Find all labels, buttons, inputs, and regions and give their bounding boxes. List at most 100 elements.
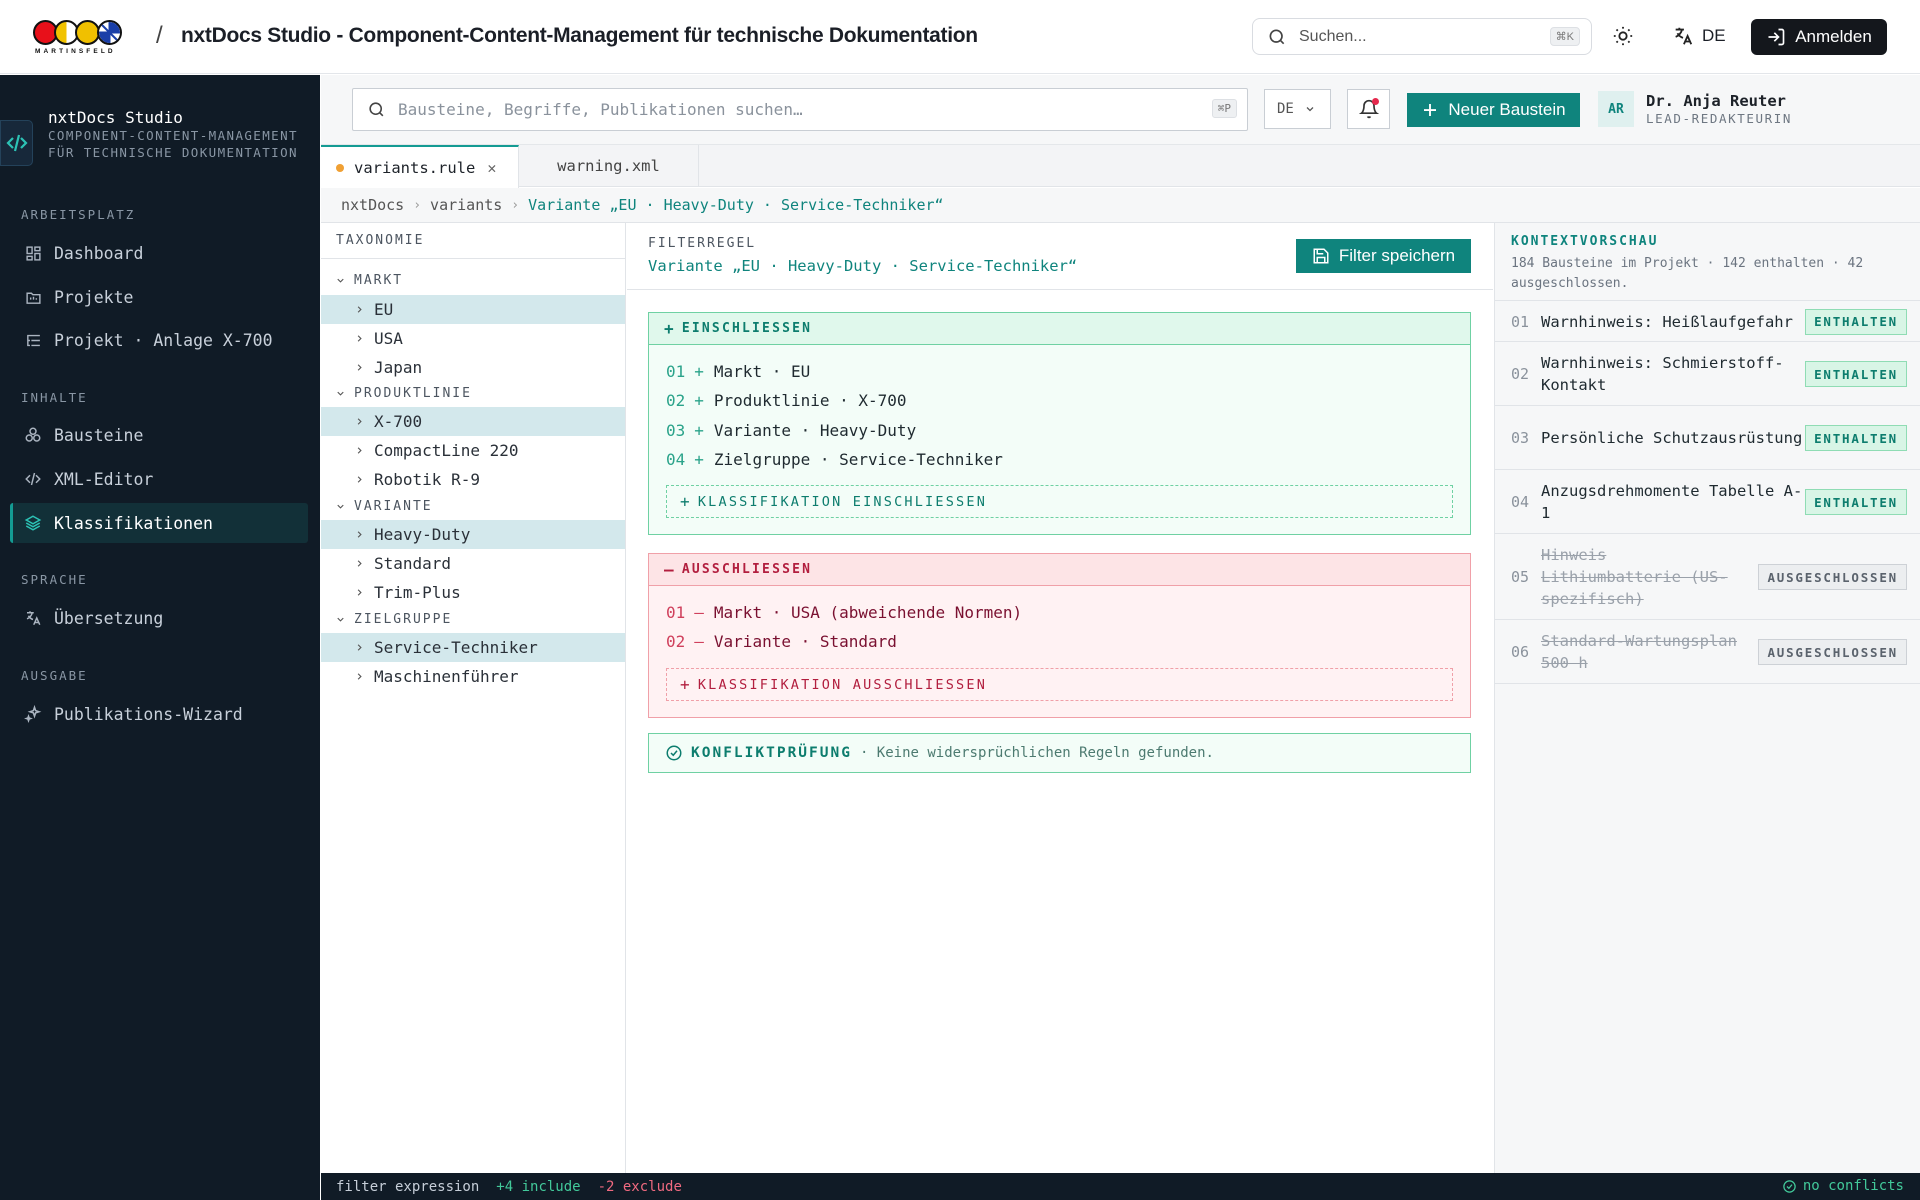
theme-toggle-button[interactable] (1612, 25, 1634, 47)
breadcrumb-item[interactable]: variants (430, 196, 502, 214)
taxonomy-item-eu[interactable]: EU (321, 295, 625, 324)
sidebar-item-publikations-wizard[interactable]: Publikations-Wizard (10, 694, 308, 734)
sidebar-item-uebersetzung[interactable]: Übersetzung (10, 598, 308, 638)
editor-tabs: variants.rule ✕ warning.xml (321, 145, 1920, 188)
item-title: Persönliche Schutzausrüstung (1541, 429, 1803, 447)
sidebar-item-klassifikationen[interactable]: Klassifikationen (10, 503, 308, 543)
taxonomy-group-zielgruppe[interactable]: ZIELGRUPPE (321, 607, 625, 631)
include-rule[interactable]: 02 + Produktlinie · X-700 (666, 391, 907, 410)
chevron-right-icon: › (511, 197, 520, 213)
close-icon[interactable]: ✕ (487, 159, 496, 177)
dashboard-icon (24, 244, 42, 262)
context-item[interactable]: 01 Warnhinweis: Heißlaufgefahr ENTHALTEN (1495, 302, 1920, 342)
sidebar-item-projekt-anlage[interactable]: Projekt · Anlage X-700 (10, 320, 308, 360)
taxonomy-item-heavy-duty[interactable]: Heavy-Duty (321, 520, 625, 549)
taxonomy-item-service-techniker[interactable]: Service-Techniker (321, 633, 625, 662)
add-include-classification-button[interactable]: + KLASSIFIKATION EINSCHLIESSEN (666, 485, 1453, 518)
status-badge: ENTHALTEN (1805, 489, 1907, 515)
taxonomy-item-label: USA (374, 329, 403, 348)
sidebar-item-projekte[interactable]: Projekte (10, 277, 308, 317)
sidebar-item-bausteine[interactable]: Bausteine (10, 415, 308, 455)
code-brand-icon (0, 120, 33, 166)
search-icon (367, 100, 386, 119)
language-select-value: DE (1277, 101, 1294, 117)
rule-text: Produktlinie · X-700 (713, 391, 907, 410)
sidebar: nxtDocs Studio COMPONENT-CONTENT-MANAGEM… (0, 75, 320, 1200)
context-preview-summary: 184 Bausteine im Projekt · 142 enthalten… (1511, 256, 1864, 291)
language-switch-button[interactable]: DE (1672, 25, 1726, 47)
global-search-placeholder: Suchen... (1299, 27, 1367, 45)
taxonomy-item-compactline[interactable]: CompactLine 220 (321, 436, 625, 465)
taxonomy-item-usa[interactable]: USA (321, 324, 625, 353)
sidebar-section-sprache: SPRACHE (21, 572, 88, 587)
language-select[interactable]: DE (1264, 89, 1331, 129)
taxonomy-group-variante[interactable]: VARIANTE (321, 494, 625, 518)
context-item[interactable]: 04 Anzugsdrehmomente Tabelle A-1 ENTHALT… (1495, 471, 1920, 534)
content-toolbar: Bausteine, Begriffe, Publikationen suche… (321, 75, 1920, 145)
taxonomy-group-label: MARKT (354, 272, 404, 288)
new-building-block-button[interactable]: Neuer Baustein (1407, 93, 1580, 127)
conflict-check-banner: KONFLIKTPRÜFUNG · Keine widersprüchliche… (648, 733, 1471, 773)
rule-text: Markt · EU (713, 362, 811, 381)
taxonomy-header: TAXONOMIE (321, 223, 625, 259)
filter-rule-header: FILTERREGEL Variante „EU · Heavy-Duty · … (627, 223, 1493, 290)
context-item[interactable]: 02 Warnhinweis: Schmierstoff-Kontakt ENT… (1495, 343, 1920, 406)
exclude-rule[interactable]: 01– Markt · USA (abweichende Normen) (666, 603, 1022, 622)
list-tree-icon (24, 331, 42, 349)
context-item[interactable]: 06 Standard-Wartungsplan 500 h AUSGESCHL… (1495, 621, 1920, 684)
global-search-input[interactable]: Suchen... ⌘K (1252, 18, 1592, 55)
status-include-count: +4 include (496, 1178, 581, 1195)
taxonomy-item-trim-plus[interactable]: Trim-Plus (321, 578, 625, 607)
login-button[interactable]: Anmelden (1751, 19, 1887, 55)
include-rule[interactable]: 01 + Markt · EU (666, 362, 810, 381)
user-name: Dr. Anja Reuter (1646, 92, 1786, 110)
breadcrumb-current: Variante „EU · Heavy-Duty · Service-Tech… (528, 196, 944, 214)
conflict-check-text: · Keine widersprüchlichen Regeln gefunde… (859, 745, 1214, 761)
rule-number: 02 (666, 632, 686, 651)
chevron-right-icon: › (413, 197, 422, 213)
notifications-button[interactable] (1347, 89, 1390, 129)
rule-number: 01 (666, 362, 686, 381)
rule-text: Variante · Heavy-Duty (713, 421, 917, 440)
taxonomy-item-robotik[interactable]: Robotik R-9 (321, 465, 625, 494)
avatar[interactable]: AR (1598, 91, 1634, 127)
taxonomy-item-x700[interactable]: X-700 (321, 407, 625, 436)
taxonomy-item-standard[interactable]: Standard (321, 549, 625, 578)
tab-warning-xml[interactable]: warning.xml (519, 145, 699, 187)
status-conflicts: no conflicts (1782, 1178, 1904, 1194)
chevron-right-icon (354, 558, 365, 569)
include-header: + EINSCHLIESSEN (649, 313, 1470, 345)
plus-icon (1421, 101, 1439, 119)
sidebar-item-xml-editor[interactable]: XML-Editor (10, 459, 308, 499)
martinsfeld-logo[interactable]: MARTINSFELD (33, 20, 139, 56)
plus-icon: + (664, 319, 676, 338)
add-exclude-classification-button[interactable]: + KLASSIFIKATION AUSSCHLIESSEN (666, 668, 1453, 701)
taxonomy-group-produktlinie[interactable]: PRODUKTLINIE (321, 381, 625, 405)
context-item[interactable]: 03 Persönliche Schutzausrüstung ENTHALTE… (1495, 407, 1920, 470)
taxonomy-group-markt[interactable]: MARKT (321, 268, 625, 292)
content-search-input[interactable]: Bausteine, Begriffe, Publikationen suche… (352, 88, 1248, 131)
include-header-label: EINSCHLIESSEN (681, 321, 813, 336)
context-item[interactable]: 05 Hinweis Lithiumbatterie (US-spezifisc… (1495, 535, 1920, 620)
include-rule[interactable]: 04 + Zielgruppe · Service-Techniker (666, 450, 1003, 469)
brand-name: nxtDocs Studio (48, 108, 183, 127)
taxonomy-item-maschinenfuehrer[interactable]: Maschinenführer (321, 662, 625, 691)
save-filter-button[interactable]: Filter speichern (1296, 239, 1471, 273)
status-bar: filter expression +4 include -2 exclude … (321, 1173, 1920, 1200)
unsaved-dot (336, 163, 344, 172)
exclude-rule[interactable]: 02– Variante · Standard (666, 632, 897, 651)
top-bar: MARTINSFELD / nxtDocs Studio - Component… (0, 0, 1920, 74)
chevron-right-icon (354, 304, 365, 315)
chevron-down-icon (1304, 103, 1316, 115)
sidebar-item-dashboard[interactable]: Dashboard (10, 233, 308, 273)
include-rule[interactable]: 03 + Variante · Heavy-Duty (666, 421, 916, 440)
breadcrumb-item[interactable]: nxtDocs (341, 196, 404, 214)
sidebar-item-label: Projekte (54, 287, 134, 307)
taxonomy-item-japan[interactable]: Japan (321, 353, 625, 382)
chevron-right-icon (354, 642, 365, 653)
rule-text: Markt · USA (abweichende Normen) (713, 603, 1023, 622)
tab-variants-rule[interactable]: variants.rule ✕ (321, 145, 519, 188)
taxonomy-panel: TAXONOMIE MARKT EU USA Japan PRODUKTLINI… (321, 223, 626, 1173)
item-title: Hinweis Lithiumbatterie (US-spezifisch) (1541, 546, 1728, 608)
filter-rule-title: Variante „EU · Heavy-Duty · Service-Tech… (648, 257, 1078, 275)
